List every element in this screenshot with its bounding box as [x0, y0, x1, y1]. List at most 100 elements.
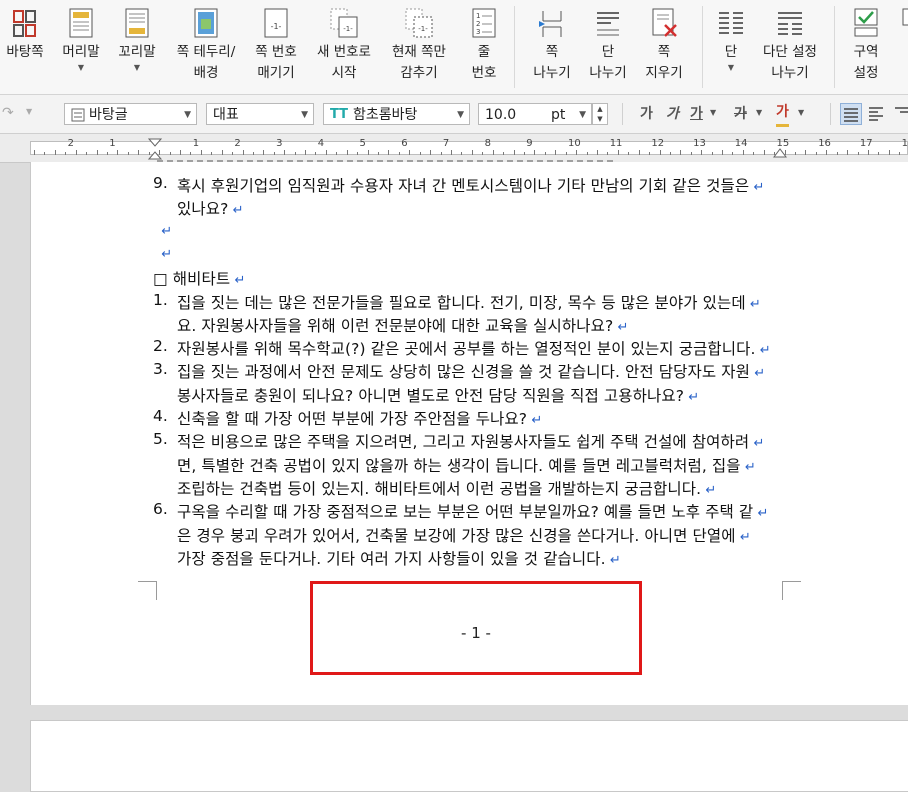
ruler-tick: [106, 152, 108, 155]
more-ribbon-button[interactable]: [896, 4, 908, 92]
column-break-label: 단 나누기: [589, 44, 627, 81]
document-line[interactable]: 구옥을 수리할 때 가장 중점적으로 보는 부분은 어떤 부분일까요? 예를 들…: [177, 500, 769, 522]
document-line-text: □ 해비타트: [153, 270, 231, 289]
header-button[interactable]: 머리말 ▼: [57, 4, 105, 92]
ruler-tick: [357, 152, 359, 155]
ruler-tick: [899, 152, 901, 155]
chevron-down-icon: ▼: [301, 110, 308, 120]
document-line[interactable]: □ 해비타트 ↵: [153, 267, 245, 289]
chevron-down-icon[interactable]: ▼: [710, 108, 716, 117]
paragraph-return-icon: ↵: [613, 319, 629, 335]
page-break-icon: [537, 6, 567, 40]
document-line[interactable]: 적은 비용으로 많은 주택을 지으려면, 그리고 자원봉사자들도 쉽게 주택 건…: [177, 430, 765, 452]
ruler-tick: [544, 152, 546, 155]
ruler-tick: [388, 150, 390, 155]
font-value: 함초롬바탕: [353, 107, 418, 123]
columns-button[interactable]: 단 ▼: [712, 4, 750, 92]
ruler-tick: [795, 152, 797, 155]
ruler-tick: [711, 152, 713, 155]
ruler-tick: [221, 150, 223, 155]
ruler-tick: [86, 152, 88, 155]
left-align-button[interactable]: [866, 103, 888, 125]
section-label: 구역 설정: [853, 44, 879, 81]
svg-text:-1-: -1-: [271, 22, 282, 31]
document-line[interactable]: 은 경우 붕괴 우려가 있어서, 건축물 보강에 가장 많은 신경을 쓴다거나.…: [177, 524, 751, 546]
italic-button[interactable]: 가: [666, 104, 679, 124]
font-color-button[interactable]: 가: [776, 104, 789, 127]
chevron-down-icon[interactable]: ▼: [798, 108, 804, 117]
paragraph-return-icon: ↵: [755, 343, 771, 359]
document-line[interactable]: 혹시 후원기업의 임직원과 수용자 자녀 간 멘토시스템이나 기타 만남의 기회…: [177, 174, 765, 196]
document-line[interactable]: ↵: [157, 221, 172, 239]
hide-page-button[interactable]: -1- 현재 쪽만 감추기: [385, 4, 453, 92]
document-line[interactable]: 면, 특별한 건축 공법이 있지 않을까 하는 생각이 듭니다. 예를 들면 레…: [177, 454, 756, 476]
svg-text:1: 1: [476, 12, 480, 20]
strikethrough-button[interactable]: 가: [734, 104, 747, 124]
ruler-tick: [649, 152, 651, 155]
ruler-tick: [367, 150, 369, 155]
page-number-button[interactable]: -1- 쪽 번호 매기기: [250, 4, 302, 92]
justify-align-button[interactable]: [840, 103, 862, 125]
page-border-button[interactable]: 쪽 테두리/ 배경: [168, 4, 244, 92]
svg-text:-1-: -1-: [418, 25, 428, 33]
font-select[interactable]: TT 함초롬바탕 ▼: [323, 103, 470, 125]
document-line-text: 구옥을 수리할 때 가장 중점적으로 보는 부분은 어떤 부분일까요? 예를 들…: [177, 503, 754, 522]
footer-label: 꼬리말: [118, 44, 156, 60]
document-line[interactable]: 조립하는 건축법 등이 있는지. 해비타트에서 이런 공법을 개발하는지 궁금합…: [177, 477, 716, 499]
right-align-button[interactable]: [892, 103, 908, 125]
page-background-button[interactable]: 바탕쪽: [2, 4, 48, 92]
column-break-button[interactable]: 단 나누기: [582, 4, 634, 92]
page-background-label: 바탕쪽: [6, 44, 44, 60]
document-line[interactable]: ↵: [157, 244, 172, 262]
toolbar-divider: [622, 103, 623, 125]
document-line[interactable]: 신축을 할 때 가장 어떤 부분에 가장 주안점을 두나요? ↵: [177, 407, 542, 429]
style-select[interactable]: 바탕글 ▼: [64, 103, 197, 125]
page-border-icon: [191, 6, 221, 40]
ruler-tick: [596, 150, 598, 155]
new-number-icon: -1-: [329, 6, 359, 40]
ruler-tick: [336, 152, 338, 155]
chevron-down-icon[interactable]: ▼: [26, 107, 32, 116]
ruler-tick: [659, 150, 661, 155]
document-line[interactable]: 집을 짓는 데는 많은 전문가들을 필요로 합니다. 전기, 미장, 목수 등 …: [177, 291, 761, 313]
document-line-text: 자원봉사를 위해 목수학교(?) 같은 곳에서 공부를 하는 열정적인 분이 있…: [177, 340, 756, 359]
style-value: 바탕글: [89, 107, 128, 123]
font-size-stepper[interactable]: ▲ ▼: [592, 103, 608, 125]
document-line[interactable]: 자원봉사를 위해 목수학교(?) 같은 곳에서 공부를 하는 열정적인 분이 있…: [177, 337, 771, 359]
page-break-button[interactable]: 쪽 나누기: [526, 4, 578, 92]
delete-page-button[interactable]: 쪽 지우기: [638, 4, 690, 92]
ruler-number: 13: [693, 138, 706, 149]
language-select[interactable]: 대표 ▼: [206, 103, 314, 125]
document-line[interactable]: 가장 중점을 둔다거나. 기타 여러 가지 사항들이 있을 것 같습니다. ↵: [177, 547, 621, 569]
redo-icon[interactable]: ↷: [2, 105, 14, 121]
document-line-text: 집을 짓는 데는 많은 전문가들을 필요로 합니다. 전기, 미장, 목수 등 …: [177, 293, 746, 312]
chevron-down-icon[interactable]: ▼: [756, 108, 762, 117]
multi-column-button[interactable]: 다단 설정 나누기: [756, 4, 824, 92]
bold-button[interactable]: 가: [640, 104, 653, 124]
document-line-text: 적은 비용으로 많은 주택을 지으려면, 그리고 자원봉사자들도 쉽게 주택 건…: [177, 433, 750, 452]
new-number-button[interactable]: -1- 새 번호로 시작: [311, 4, 377, 92]
document-line[interactable]: 있나요? ↵: [177, 197, 244, 219]
header-icon: [66, 6, 96, 40]
line-number-button[interactable]: 123 줄 번호: [462, 4, 506, 92]
truetype-icon: TT: [330, 107, 349, 122]
document-page[interactable]: 9. 혹시 후원기업의 임직원과 수용자 자녀 간 멘토시스템이나 기타 만남의 …: [30, 160, 908, 705]
footer-button[interactable]: 꼬리말 ▼: [113, 4, 161, 92]
document-line[interactable]: 요. 자원봉사자들을 위해 이런 전문분야에 대한 교육을 실시하나요? ↵: [177, 314, 629, 336]
ruler-tick: [523, 152, 525, 155]
list-number: 9.: [153, 174, 168, 192]
document-line[interactable]: 집을 짓는 과정에서 안전 문제도 상당히 많은 신경을 쓸 것 같습니다. 안…: [177, 360, 765, 382]
ruler-tick: [732, 152, 734, 155]
ruler-tick: [461, 152, 463, 155]
ruler-tick: [888, 150, 890, 155]
right-margin-marker-icon[interactable]: [773, 146, 787, 158]
ruler-tick: [503, 152, 505, 155]
document-line-text: 면, 특별한 건축 공법이 있지 않을까 하는 생각이 듭니다. 예를 들면 레…: [177, 456, 741, 475]
underline-button[interactable]: 가: [690, 104, 703, 124]
next-document-page[interactable]: [30, 720, 908, 792]
section-button[interactable]: 구역 설정: [842, 4, 890, 92]
document-line[interactable]: 봉사자들로 충원이 되나요? 아니면 별도로 안전 담당 직원을 직접 고용하나…: [177, 384, 699, 406]
font-size-input[interactable]: 10.0 pt ▼: [478, 103, 592, 125]
paragraph-return-icon: ↵: [735, 529, 751, 545]
page-background-icon: [10, 6, 40, 40]
